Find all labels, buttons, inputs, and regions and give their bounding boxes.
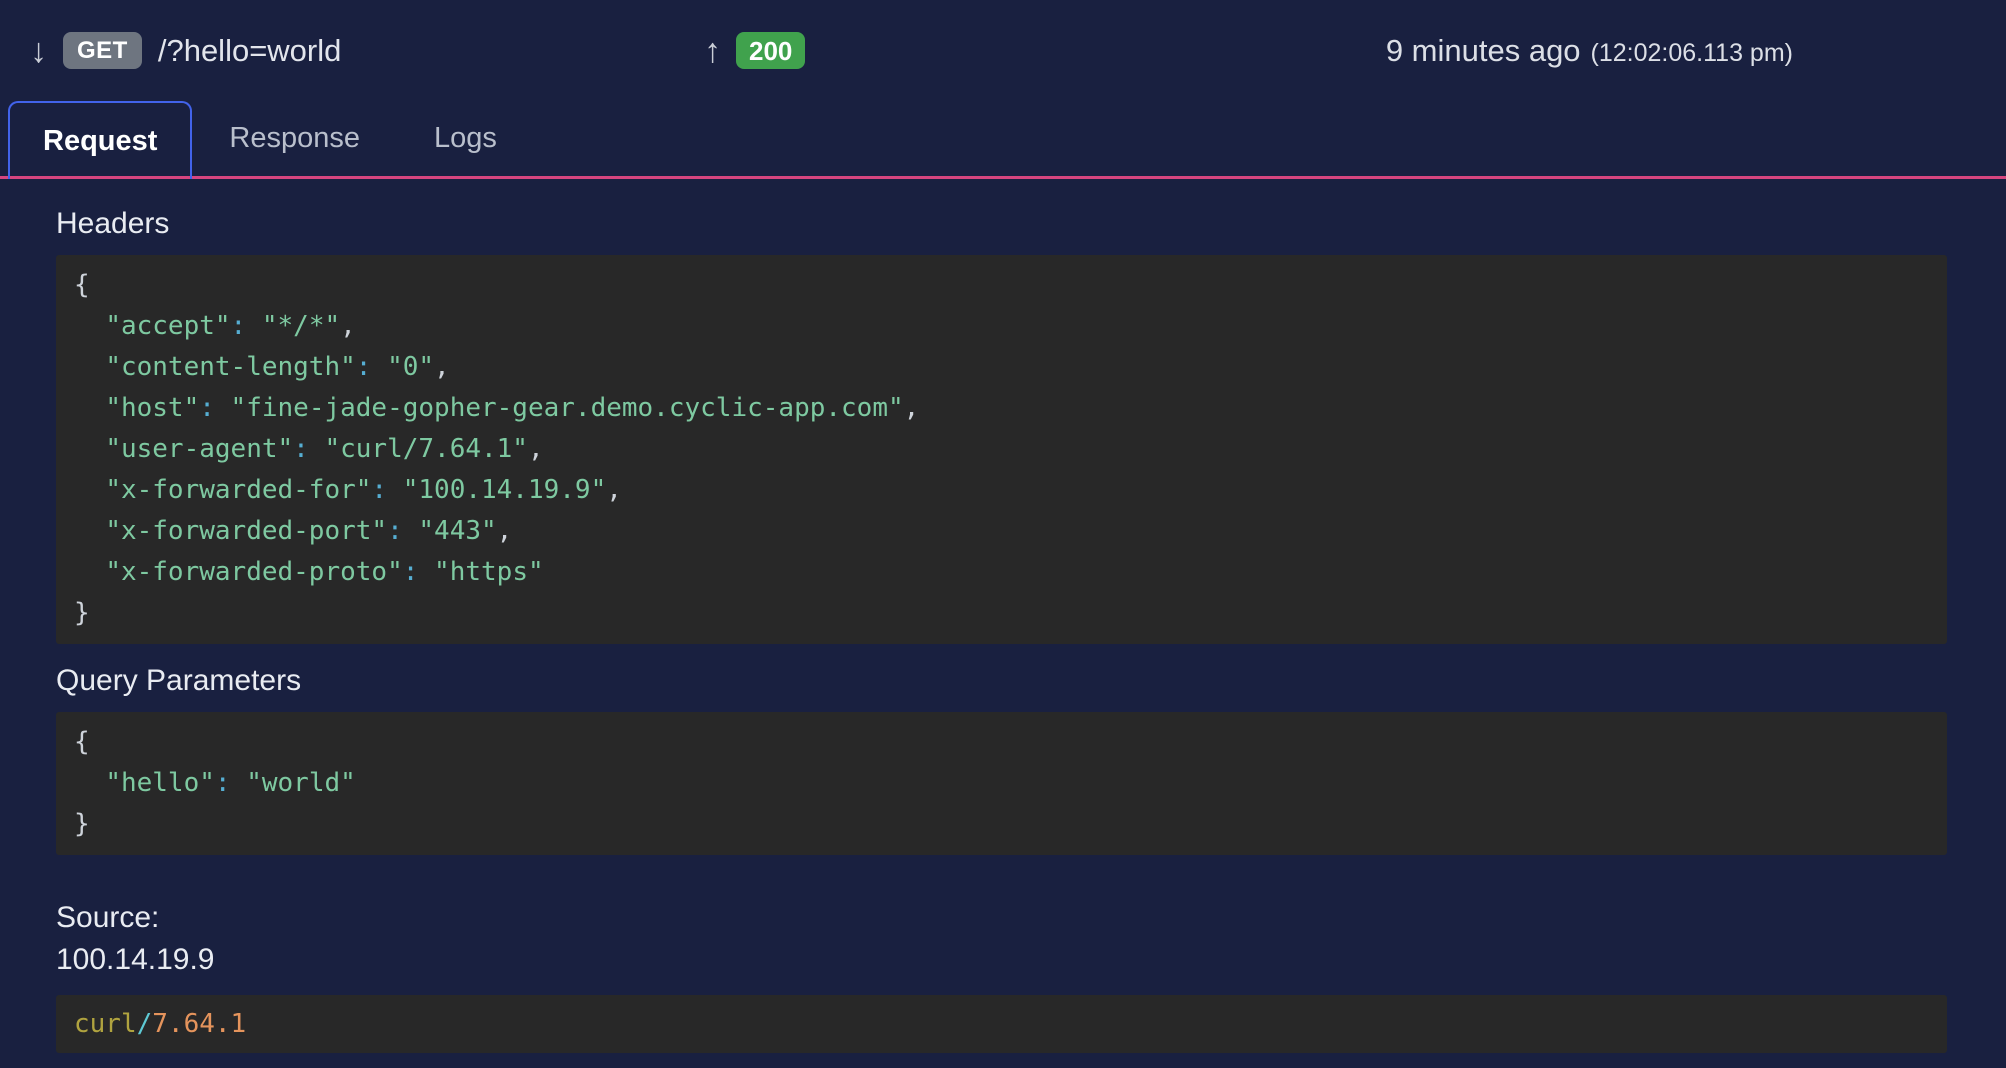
relative-time-label: 9 minutes ago (1386, 33, 1581, 69)
user-agent-version: 7.64.1 (152, 1009, 246, 1039)
method-badge: GET (63, 32, 142, 69)
inbound-arrow-icon: ↓ (30, 34, 47, 68)
query-parameters-json-block: { "hello": "world" } (56, 712, 1947, 855)
tab-logs[interactable]: Logs (397, 101, 534, 176)
headers-json-block: { "accept": "*/*", "content-length": "0"… (56, 255, 1947, 644)
headers-section-title: Headers (56, 207, 1947, 241)
detail-tabs: Request Response Logs (0, 101, 2006, 179)
request-path: /?hello=world (158, 33, 342, 69)
tab-response[interactable]: Response (192, 101, 397, 176)
source-section-title: Source: (56, 901, 1947, 935)
tab-request[interactable]: Request (8, 101, 192, 179)
query-parameters-section-title: Query Parameters (56, 664, 1947, 698)
request-method-path-group: ↓ GET /?hello=world (30, 32, 341, 69)
status-badge: 200 (736, 32, 805, 69)
request-detail-page: ↓ GET /?hello=world ↑ 200 9 minutes ago … (0, 0, 2006, 1068)
request-summary-bar: ↓ GET /?hello=world ↑ 200 9 minutes ago … (0, 0, 2006, 101)
user-agent-block: curl/7.64.1 (56, 995, 1947, 1053)
request-timestamp: 9 minutes ago (12:02:06.113 pm) (1386, 33, 1793, 69)
request-tab-panel: Headers { "accept": "*/*", "content-leng… (0, 207, 2006, 1053)
user-agent-name: curl (74, 1009, 137, 1039)
user-agent-separator: / (137, 1009, 153, 1039)
source-ip-address: 100.14.19.9 (56, 943, 1947, 977)
absolute-time-label: (12:02:06.113 pm) (1591, 39, 1793, 68)
outbound-arrow-icon: ↑ (704, 34, 721, 68)
response-status-group: ↑ 200 (704, 0, 805, 101)
